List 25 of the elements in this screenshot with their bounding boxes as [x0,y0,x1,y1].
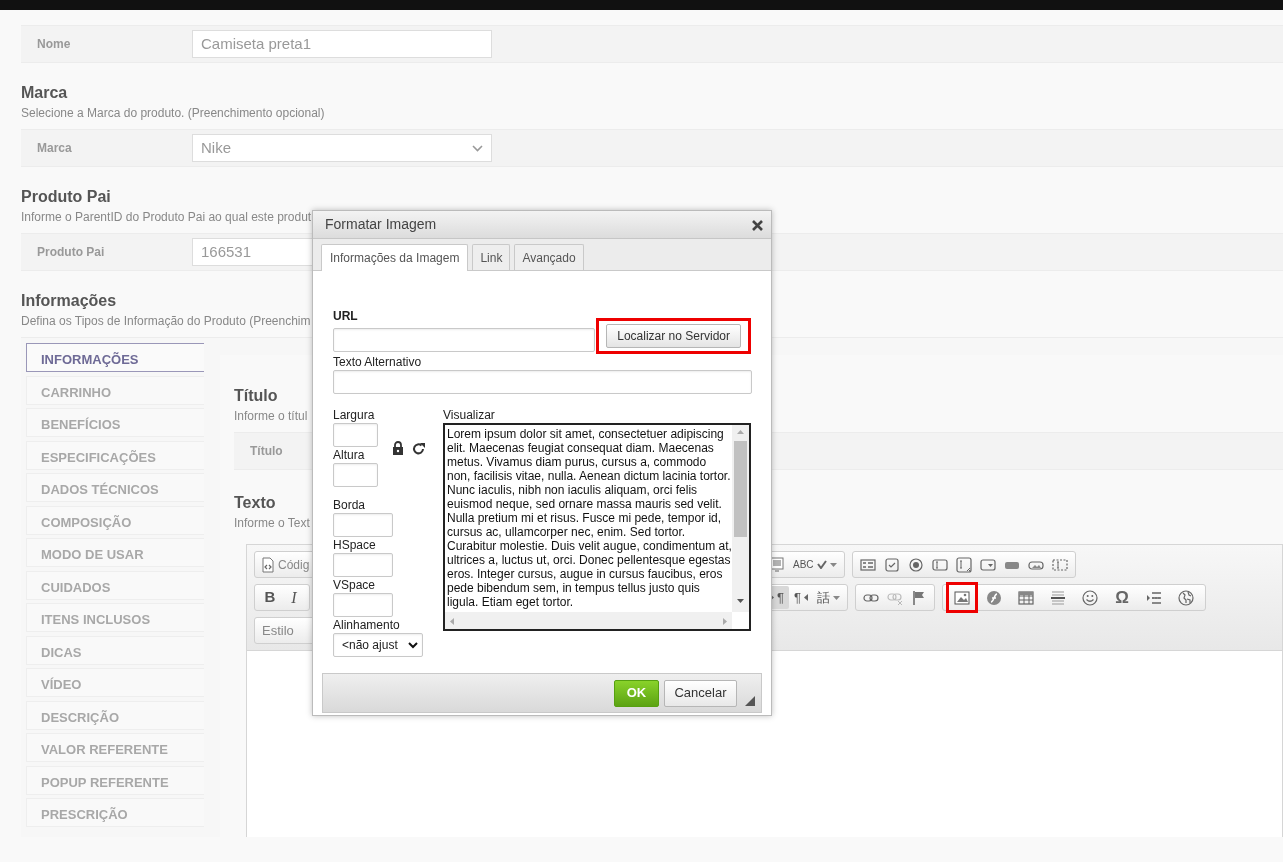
section-title: Título [234,387,278,405]
section-description: Informe o Text [234,516,310,530]
section-title: Texto [234,494,276,512]
field-label: Nome [37,36,71,53]
field-label: Alinhamento [333,618,401,633]
section-description: Selecione a Marca do produto. (Preenchimento opcional) [21,106,325,120]
field-label: Visualizar [443,408,496,423]
field-label: URL [333,309,359,324]
field-label: HSpace [333,538,377,553]
dialog-title: Formatar Imagem [325,215,437,234]
section-description: Informe o ParentID do Produto Pai ao qual este produt [21,210,312,224]
field-label: Largura [333,408,376,423]
field-label: Marca [37,140,72,157]
field-label: Texto Alternativo [333,355,423,370]
preview-text: Lorem ipsum dolor sit amet, consectetuer adipiscing elit. Maecenas feugiat consequat diam. Maecenas metus. Vivamus diam purus, cursus a, commodo non, facilisis vitae, nulla. Aenean dictum lacinia tortor. Nunc iaculis, nibh non iaculis aliquam, orci felis euismod neque, sed ornare massa mauris sed velit. Nulla pretium mi et risus. Fusce mi pede, tempor id, cursus ac, ullamcorper nec, enim. Sed tortor. Curabitur molestie. Duis velit augue, condimentum at, ultrices a, luctus ut, orci. Donec pellentesque egestas eros. Integer cursus, augue in cursus faucibus, eros pede bibendum sem, in tempus tellus justo quis ligula. Etiam eget tortor. [447,427,732,609]
field-label: Título [250,443,283,460]
field-label: Borda [333,498,367,513]
field-label: Produto Pai [37,244,105,261]
section-title: Produto Pai [21,188,111,206]
field-label: VSpace [333,578,377,593]
field-label: Altura [333,448,366,463]
section-description: Defina os Tipos de Informação do Produto (Preenchim [21,314,311,328]
section-description: Informe o títul [234,409,308,423]
section-title: Marca [21,84,68,102]
section-title: Informações [21,292,117,310]
